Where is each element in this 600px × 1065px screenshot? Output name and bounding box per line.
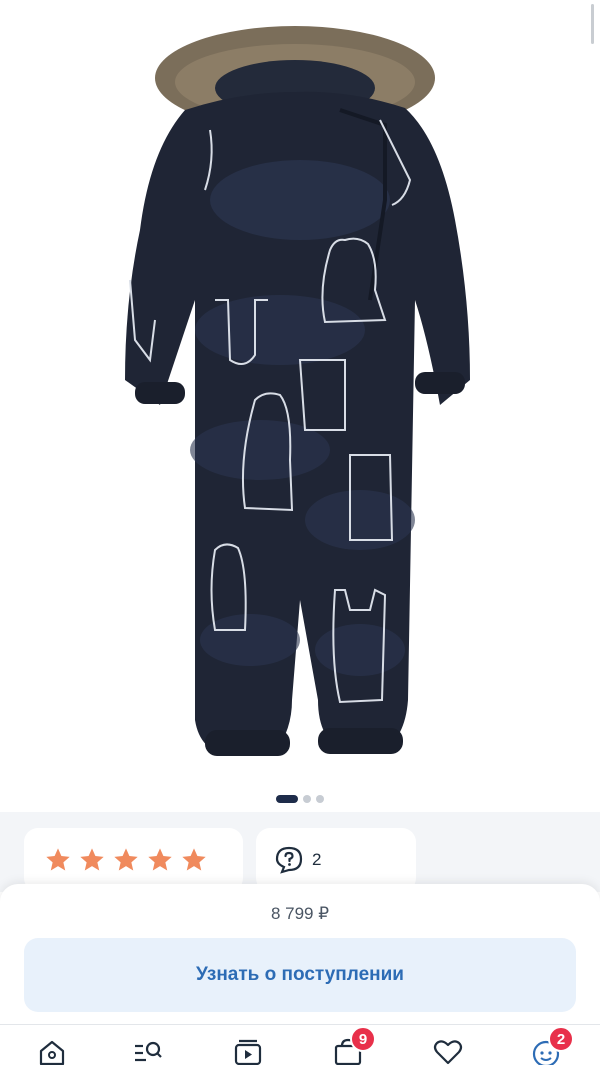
tab-home[interactable]: [36, 1036, 72, 1065]
star-icon: [148, 848, 172, 871]
tab-catalog[interactable]: [132, 1036, 168, 1065]
snowsuit-illustration: [125, 26, 470, 756]
reviews-card[interactable]: 2: [256, 828, 416, 892]
cart-badge: 9: [350, 1026, 376, 1052]
catalog-search-icon: [135, 1041, 162, 1062]
profile-badge: 2: [548, 1026, 574, 1052]
review-count: 2: [312, 850, 322, 869]
scroll-indicator: [591, 4, 594, 44]
product-info-area: 2: [0, 812, 600, 892]
purchase-sheet: 8 799 ₽ Узнать о поступлении 9 2: [0, 884, 600, 1065]
product-image[interactable]: [0, 0, 600, 778]
rating-card[interactable]: [24, 828, 243, 892]
tab-cart[interactable]: 9: [332, 1026, 376, 1065]
tab-video[interactable]: [232, 1036, 268, 1065]
pager-dot-active[interactable]: [276, 795, 298, 803]
star-icon: [46, 848, 70, 871]
product-price: 8 799 ₽: [270, 904, 330, 923]
home-icon: [39, 1040, 65, 1065]
divider: [0, 1024, 600, 1025]
pager-dot[interactable]: [316, 795, 324, 803]
pager-dot[interactable]: [303, 795, 311, 803]
star-icon: [182, 848, 206, 871]
bottom-tab-bar: 9 2: [0, 1026, 600, 1065]
question-bubble-icon: [275, 846, 303, 874]
star-icon: [80, 848, 104, 871]
video-icon: [234, 1039, 262, 1065]
star-icon: [114, 848, 138, 871]
gallery-pager[interactable]: [0, 795, 600, 803]
tab-favorites[interactable]: [432, 1036, 468, 1065]
notify-availability-button[interactable]: Узнать о поступлении: [24, 938, 576, 1012]
heart-icon: [433, 1040, 463, 1065]
tab-profile[interactable]: 2: [530, 1026, 574, 1065]
